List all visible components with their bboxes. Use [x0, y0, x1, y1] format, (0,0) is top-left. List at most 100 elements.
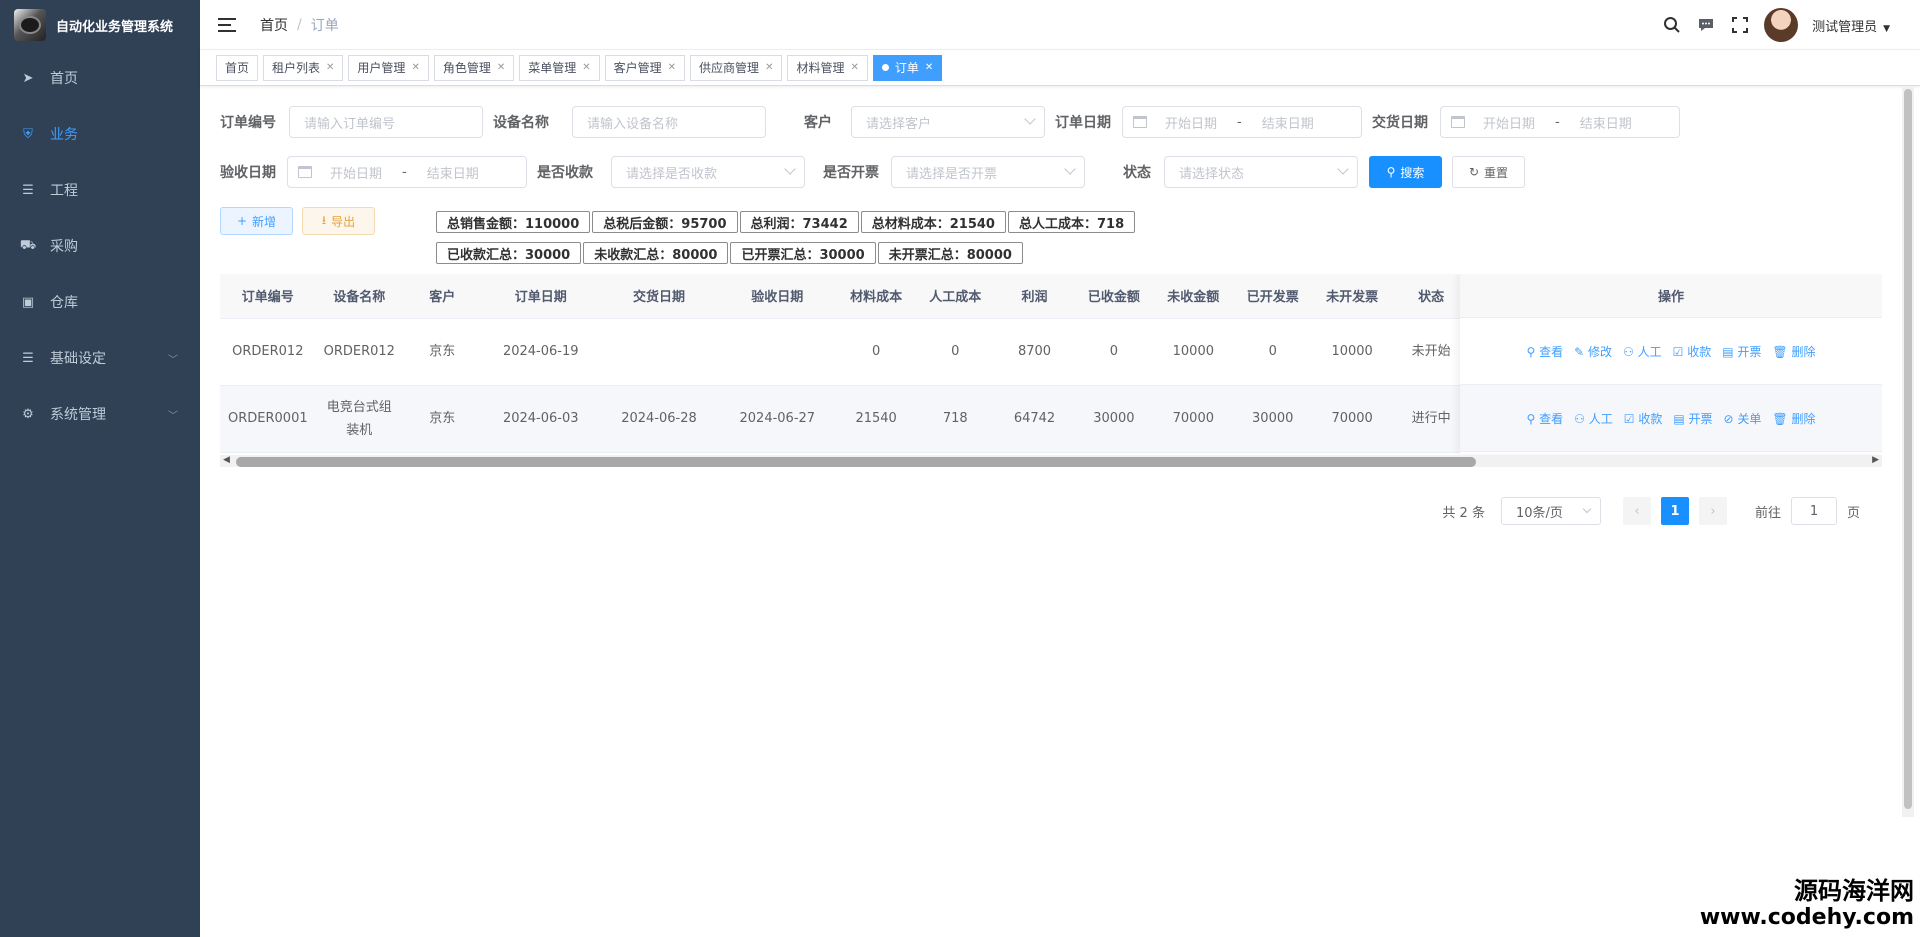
sidebar-item-system[interactable]: ⚙ 系统管理 ﹀: [0, 386, 200, 442]
cell-accept-date: [718, 318, 837, 386]
search-button[interactable]: ⚲ 搜索: [1369, 156, 1442, 188]
page-size-select[interactable]: 10条/页: [1500, 497, 1601, 525]
close-icon[interactable]: ✕: [668, 62, 676, 73]
close-icon[interactable]: ✕: [582, 62, 590, 73]
col-invoiced[interactable]: 已开发票: [1233, 274, 1313, 319]
sidebar-item-label: 工程: [50, 183, 78, 199]
col-material-cost[interactable]: 材料成本: [836, 274, 916, 319]
col-received[interactable]: 已收金额: [1074, 274, 1154, 319]
search-row-1: 订单编号 请输入订单编号 设备名称 请输入设备名称 客户 请选择客户 订单日期 …: [220, 106, 1680, 138]
next-page-button[interactable]: ›: [1698, 497, 1727, 525]
col-status[interactable]: 状态: [1391, 274, 1471, 319]
avatar[interactable]: [1764, 8, 1799, 42]
invoice-button[interactable]: ▤ 开票: [1722, 343, 1761, 360]
tag-role-management[interactable]: 角色管理 ✕: [433, 54, 515, 81]
close-icon[interactable]: ✕: [765, 62, 773, 73]
scrollbar-thumb[interactable]: [236, 457, 1476, 467]
search-icon[interactable]: [1662, 15, 1682, 35]
status-select[interactable]: 请选择状态: [1164, 156, 1358, 188]
invoiced-placeholder: 请选择是否开票: [906, 166, 998, 182]
col-customer[interactable]: 客户: [402, 274, 482, 319]
tag-user-management[interactable]: 用户管理 ✕: [348, 54, 429, 81]
received-select[interactable]: 请选择是否收款: [611, 156, 805, 188]
tag-tenant-list[interactable]: 租户列表 ✕: [263, 54, 344, 81]
sidebar-item-basic-settings[interactable]: ☰ 基础设定 ﹀: [0, 330, 200, 386]
app-title: 自动化业务管理系统: [56, 19, 174, 35]
navbar-right: 测试管理员 ▼: [1662, 0, 1890, 50]
invoiced-select[interactable]: 请选择是否开票: [891, 156, 1085, 188]
receive-button[interactable]: ☑ 收款: [1624, 410, 1663, 427]
tag-supplier-management[interactable]: 供应商管理 ✕: [690, 54, 783, 81]
prev-page-button[interactable]: ‹: [1622, 497, 1651, 525]
hamburger-icon[interactable]: [218, 17, 236, 32]
close-icon[interactable]: ✕: [925, 62, 933, 73]
col-unreceived[interactable]: 未收金额: [1153, 274, 1234, 319]
edit-button[interactable]: ✎ 修改: [1574, 343, 1612, 360]
scrollbar-thumb[interactable]: [1904, 89, 1912, 809]
view-button[interactable]: ⚲ 查看: [1527, 410, 1564, 427]
close-icon[interactable]: ✕: [411, 62, 419, 73]
cell-order-no: ORDER012: [220, 318, 316, 386]
message-icon[interactable]: [1696, 15, 1716, 35]
close-icon[interactable]: ✕: [497, 62, 505, 73]
cell-accept-date: 2024-06-27: [718, 385, 837, 453]
receive-button[interactable]: ☑ 收款: [1673, 343, 1712, 360]
tag-label: 用户管理: [357, 61, 406, 75]
close-icon[interactable]: ✕: [850, 62, 858, 73]
device-name-input[interactable]: 请输入设备名称: [572, 106, 766, 138]
col-uninvoiced[interactable]: 未开发票: [1312, 274, 1392, 319]
close-order-button[interactable]: ⊘ 关单: [1724, 410, 1762, 427]
page-number-current[interactable]: 1: [1660, 497, 1689, 525]
sidebar-item-warehouse[interactable]: ▣ 仓库: [0, 274, 200, 330]
tag-order[interactable]: 订单 ✕: [872, 54, 943, 81]
close-icon[interactable]: ✕: [326, 62, 334, 73]
sidebar-item-business[interactable]: ⛨ 业务: [0, 106, 200, 162]
pagination: 共 2 条 10条/页 ‹ 1 › 前往 1 页: [1442, 497, 1860, 525]
sidebar-item-home[interactable]: ➤ 首页: [0, 50, 200, 106]
order-date-range[interactable]: 开始日期 - 结束日期: [1122, 106, 1362, 138]
main-content: 订单编号 请输入订单编号 设备名称 请输入设备名称 客户 请选择客户 订单日期 …: [200, 87, 1900, 937]
tag-customer-management[interactable]: 客户管理 ✕: [604, 54, 686, 81]
col-accept-date[interactable]: 验收日期: [718, 274, 837, 319]
vertical-scrollbar[interactable]: [1902, 87, 1914, 817]
col-order-no[interactable]: 订单编号: [220, 274, 316, 319]
invoice-button[interactable]: ▤ 开票: [1673, 410, 1712, 427]
col-device-name[interactable]: 设备名称: [315, 274, 403, 319]
scroll-left-icon[interactable]: ◀: [223, 455, 230, 465]
accept-date-range[interactable]: 开始日期 - 结束日期: [287, 156, 527, 188]
delete-button[interactable]: 🗑 删除: [1772, 410, 1815, 427]
sidebar-item-engineering[interactable]: ☰ 工程: [0, 162, 200, 218]
customer-select[interactable]: 请选择客户: [851, 106, 1045, 138]
tag-menu-management[interactable]: 菜单管理 ✕: [519, 54, 600, 81]
sidebar-item-purchase[interactable]: ⛟ 采购: [0, 218, 200, 274]
col-order-date[interactable]: 订单日期: [481, 274, 600, 319]
add-button[interactable]: + 新增: [220, 207, 293, 235]
caret-down-icon[interactable]: ▼: [1883, 24, 1890, 34]
breadcrumb-home[interactable]: 首页: [260, 15, 288, 35]
labor-button[interactable]: ⚇ 人工: [1623, 343, 1662, 360]
goto-page-input[interactable]: 1: [1790, 497, 1837, 525]
logo[interactable]: 自动化业务管理系统: [0, 0, 200, 50]
col-labor-cost[interactable]: 人工成本: [915, 274, 995, 319]
delivery-date-range[interactable]: 开始日期 - 结束日期: [1440, 106, 1680, 138]
order-no-input[interactable]: 请输入订单编号: [289, 106, 483, 138]
user-name[interactable]: 测试管理员: [1812, 16, 1877, 35]
gear-icon: ⚙: [22, 406, 34, 422]
export-button[interactable]: ⭳ 导出: [302, 207, 375, 235]
cell-received: 30000: [1074, 385, 1154, 453]
sidebar-item-label: 业务: [50, 127, 78, 143]
labor-button[interactable]: ⚇ 人工: [1574, 410, 1613, 427]
scroll-right-icon[interactable]: ▶: [1872, 455, 1879, 465]
col-profit[interactable]: 利润: [994, 274, 1075, 319]
op-label: 删除: [1791, 411, 1816, 426]
tag-material-management[interactable]: 材料管理 ✕: [787, 54, 868, 81]
col-delivery-date[interactable]: 交货日期: [599, 274, 719, 319]
tag-label: 菜单管理: [528, 61, 577, 75]
reset-button[interactable]: ↻ 重置: [1452, 156, 1525, 188]
view-button[interactable]: ⚲ 查看: [1527, 343, 1564, 360]
horizontal-scrollbar[interactable]: ◀ ▶: [220, 455, 1882, 467]
chevron-down-icon: [1582, 504, 1592, 514]
tag-home[interactable]: 首页: [216, 54, 259, 81]
fullscreen-icon[interactable]: [1730, 15, 1750, 35]
delete-button[interactable]: 🗑 删除: [1772, 343, 1815, 360]
